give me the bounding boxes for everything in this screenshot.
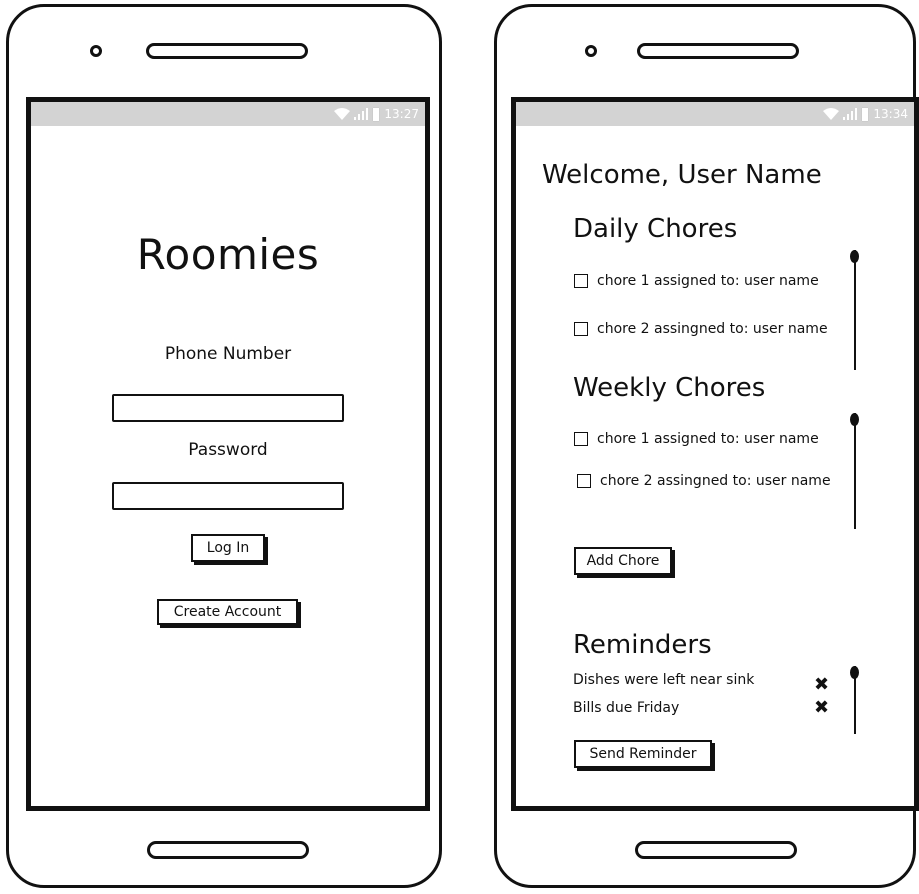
status-bar: 13:34: [516, 102, 914, 126]
chore-label: chore 1 assigned to: user name: [597, 273, 819, 289]
close-icon[interactable]: ✖: [814, 699, 829, 717]
phone-frame-login: 13:27 Roomies Phone Number Password Log …: [6, 4, 442, 888]
password-input[interactable]: [112, 482, 344, 510]
chore-label: chore 1 assigned to: user name: [597, 431, 819, 447]
weekly-scrollbar[interactable]: [850, 413, 859, 529]
scroll-thumb[interactable]: [850, 413, 859, 426]
camera-dot: [585, 45, 597, 57]
home-screen: 13:34 Welcome, User Name Daily Chores ch…: [511, 97, 919, 811]
checkbox-icon[interactable]: [574, 274, 588, 288]
home-button[interactable]: [635, 841, 797, 859]
phone-number-input[interactable]: [112, 394, 344, 422]
reminders-title: Reminders: [573, 630, 712, 660]
reminder-item: Dishes were left near sink: [573, 672, 755, 688]
signal-icon: [843, 108, 858, 120]
phone-number-label: Phone Number: [164, 344, 292, 364]
daily-scrollbar[interactable]: [850, 250, 859, 370]
home-button[interactable]: [147, 841, 309, 859]
chore-label: chore 2 assingned to: user name: [597, 321, 828, 337]
status-time: 13:27: [384, 107, 419, 121]
password-label: Password: [188, 440, 268, 460]
status-time: 13:34: [873, 107, 908, 121]
add-chore-button[interactable]: Add Chore: [574, 547, 672, 575]
scroll-thumb[interactable]: [850, 250, 859, 263]
camera-dot: [90, 45, 102, 57]
scroll-thumb[interactable]: [850, 666, 859, 679]
daily-chore-item: chore 2 assingned to: user name: [574, 321, 828, 337]
reminder-item: Bills due Friday: [573, 700, 680, 716]
close-icon[interactable]: ✖: [814, 676, 829, 694]
daily-chore-item: chore 1 assigned to: user name: [574, 273, 819, 289]
speaker-slot: [146, 43, 308, 59]
battery-icon: [372, 106, 381, 122]
battery-icon: [861, 106, 870, 122]
phone-frame-home: 13:34 Welcome, User Name Daily Chores ch…: [494, 4, 919, 888]
weekly-chore-item: chore 2 assingned to: user name: [577, 473, 831, 489]
checkbox-icon[interactable]: [574, 322, 588, 336]
speaker-slot: [637, 43, 799, 59]
welcome-heading: Welcome, User Name: [542, 160, 822, 190]
weekly-chore-item: chore 1 assigned to: user name: [574, 431, 819, 447]
reminders-scrollbar[interactable]: [850, 666, 859, 734]
send-reminder-button[interactable]: Send Reminder: [574, 740, 712, 768]
wifi-icon: [823, 108, 840, 120]
chore-label: chore 2 assingned to: user name: [600, 473, 831, 489]
checkbox-icon[interactable]: [577, 474, 591, 488]
login-button[interactable]: Log In: [191, 534, 265, 562]
app-title: Roomies: [136, 230, 320, 279]
signal-icon: [354, 108, 369, 120]
status-bar: 13:27: [31, 102, 425, 126]
daily-chores-title: Daily Chores: [573, 214, 738, 244]
wifi-icon: [334, 108, 351, 120]
weekly-chores-title: Weekly Chores: [573, 373, 766, 403]
checkbox-icon[interactable]: [574, 432, 588, 446]
create-account-button[interactable]: Create Account: [157, 599, 298, 625]
login-screen: 13:27 Roomies Phone Number Password Log …: [26, 97, 430, 811]
